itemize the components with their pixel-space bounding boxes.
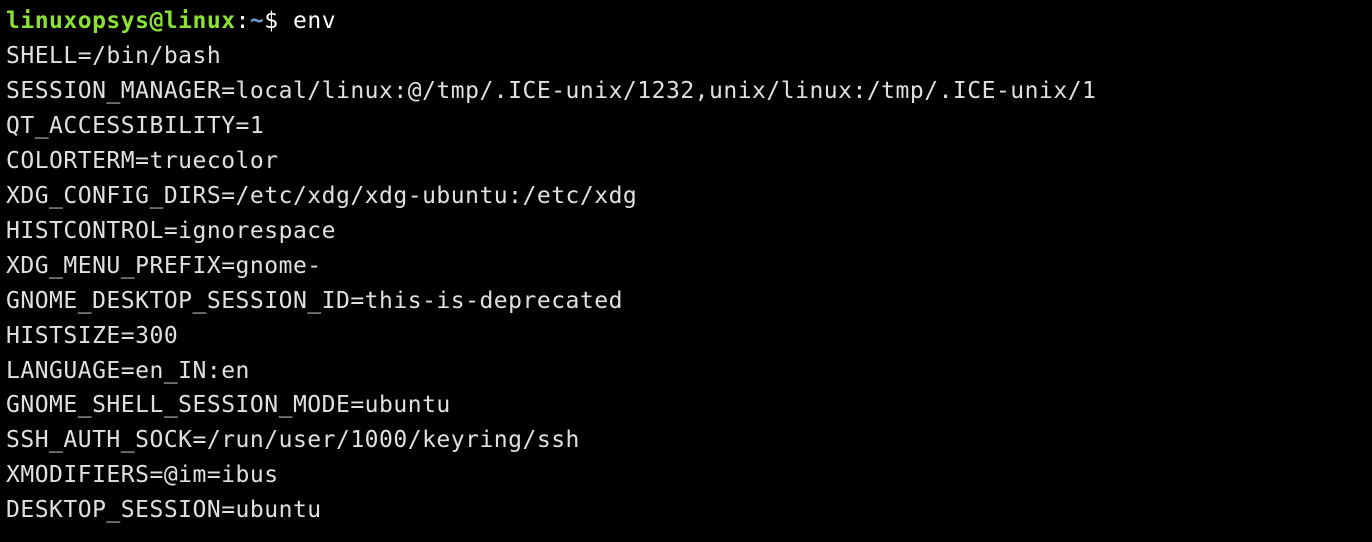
command-text: env (293, 8, 336, 34)
env-output-line: COLORTERM=truecolor (6, 144, 1366, 179)
env-output-line: XDG_CONFIG_DIRS=/etc/xdg/xdg-ubuntu:/etc… (6, 179, 1366, 214)
env-output-line: SHELL=/bin/bash (6, 39, 1366, 74)
env-output-line: LANGUAGE=en_IN:en (6, 354, 1366, 389)
env-output-line: HISTSIZE=300 (6, 319, 1366, 354)
env-output-line: XMODIFIERS=@im=ibus (6, 458, 1366, 493)
env-output-line: QT_ACCESSIBILITY=1 (6, 109, 1366, 144)
prompt-colon: : (236, 8, 250, 34)
prompt-path: ~ (250, 8, 264, 34)
env-output-line: DESKTOP_SESSION=ubuntu (6, 493, 1366, 528)
env-output-line: HISTCONTROL=ignorespace (6, 214, 1366, 249)
prompt-dollar: $ (264, 8, 278, 34)
env-output-line: XDG_MENU_PREFIX=gnome- (6, 249, 1366, 284)
env-output-line: SESSION_MANAGER=local/linux:@/tmp/.ICE-u… (6, 74, 1366, 109)
env-output-line: SSH_AUTH_SOCK=/run/user/1000/keyring/ssh (6, 423, 1366, 458)
env-output-line: GNOME_SHELL_SESSION_MODE=ubuntu (6, 388, 1366, 423)
terminal-prompt-line[interactable]: linuxopsys@linux:~$ env (6, 4, 1366, 39)
env-output-line: GNOME_DESKTOP_SESSION_ID=this-is-depreca… (6, 284, 1366, 319)
prompt-user-host: linuxopsys@linux (6, 8, 236, 34)
